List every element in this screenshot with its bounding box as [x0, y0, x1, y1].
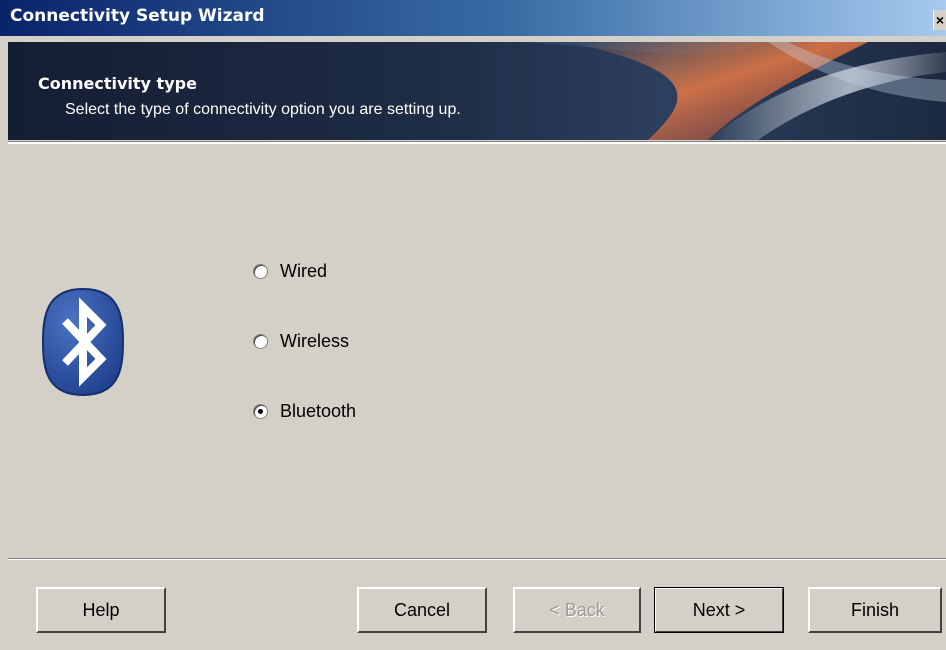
footer-separator [8, 558, 946, 560]
radio-wired[interactable]: Wired [253, 261, 327, 282]
window-title: Connectivity Setup Wizard [10, 6, 265, 26]
help-button[interactable]: Help [36, 587, 166, 633]
finish-button[interactable]: Finish [808, 587, 942, 633]
radio-label-wired: Wired [280, 261, 328, 281]
bluetooth-icon [41, 287, 125, 397]
close-button[interactable]: × [933, 10, 946, 30]
radio-label-wireless: Wireless [280, 331, 350, 351]
radio-button-wired[interactable] [253, 264, 268, 279]
next-button[interactable]: Next > [654, 587, 784, 633]
radio-bluetooth[interactable]: Bluetooth [253, 401, 356, 422]
radio-button-wireless[interactable] [253, 334, 268, 349]
wizard-header: Connectivity type Select the type of con… [8, 42, 946, 140]
back-button[interactable]: < Back [513, 587, 641, 633]
radio-label-bluetooth: Bluetooth [280, 401, 357, 421]
radio-selected-dot [258, 409, 263, 414]
page-title: Connectivity type [38, 74, 197, 93]
close-icon: × [935, 12, 945, 28]
page-subtitle: Select the type of connectivity option y… [65, 101, 461, 118]
radio-wireless[interactable]: Wireless [253, 331, 349, 352]
header-divider [8, 141, 946, 144]
radio-button-bluetooth[interactable] [253, 404, 268, 419]
cancel-button[interactable]: Cancel [357, 587, 487, 633]
title-bar: Connectivity Setup Wizard × [0, 0, 946, 36]
